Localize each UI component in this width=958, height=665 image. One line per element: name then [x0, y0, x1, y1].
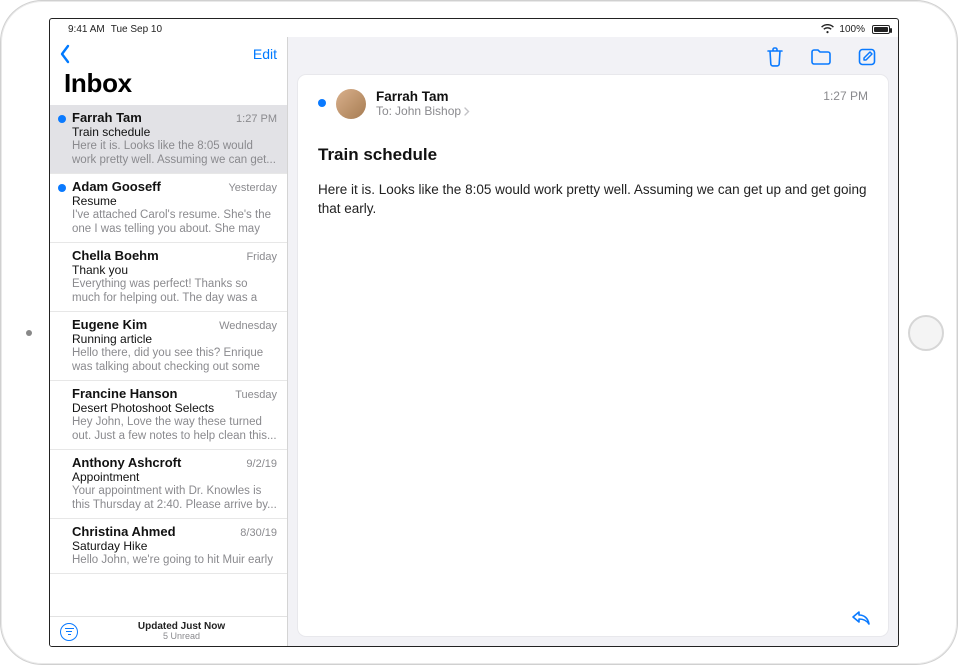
message-time: Yesterday — [228, 182, 277, 194]
message-subject: Saturday Hike — [72, 539, 277, 553]
message-preview: Here it is. Looks like the 8:05 would wo… — [72, 139, 277, 167]
detail-pane: Farrah Tam To: John Bishop 1:27 PM Tra — [288, 37, 898, 646]
status-time: 9:41 AM — [68, 24, 105, 35]
message-preview: Hello there, did you see this? Enrique w… — [72, 346, 277, 374]
message-card: Farrah Tam To: John Bishop 1:27 PM Tra — [298, 75, 888, 636]
message-item[interactable]: Farrah Tam 1:27 PMTrain scheduleHere it i… — [50, 105, 287, 174]
unread-dot-icon — [318, 99, 326, 107]
message-sender: Anthony Ashcroft — [72, 455, 181, 470]
to-label: To: — [376, 104, 392, 118]
message-item[interactable]: Adam Gooseff YesterdayResumeI've attached… — [50, 174, 287, 243]
home-button[interactable] — [908, 315, 944, 351]
sidebar: Edit Inbox Farrah Tam 1:27 PMTrain schedu… — [50, 37, 288, 646]
status-date: Tue Sep 10 — [111, 24, 162, 35]
message-body: Here it is. Looks like the 8:05 would wo… — [318, 181, 868, 219]
status-bar: 9:41 AM Tue Sep 10 100% — [50, 19, 898, 37]
message-item[interactable]: Francine Hanson TuesdayDesert Photoshoot … — [50, 381, 287, 450]
message-time: 1:27 PM — [236, 113, 277, 125]
message-sender: Chella Boehm — [72, 248, 159, 263]
message-time: 1:27 PM — [823, 89, 868, 103]
reply-button[interactable] — [850, 608, 872, 626]
compose-button[interactable] — [856, 46, 878, 68]
to-line[interactable]: To: John Bishop — [376, 104, 813, 118]
message-subject: Train schedule — [72, 125, 277, 139]
message-preview: Hey John, Love the way these turned out.… — [72, 415, 277, 443]
message-time: 9/2/19 — [246, 458, 277, 470]
camera-dot — [26, 330, 32, 336]
footer-unread-count: 5 Unread — [86, 632, 277, 642]
message-item[interactable]: Christina Ahmed 8/30/19Saturday HikeHello… — [50, 519, 287, 574]
message-item[interactable]: Eugene Kim WednesdayRunning articleHello … — [50, 312, 287, 381]
mailbox-title: Inbox — [50, 65, 287, 105]
message-subject: Running article — [72, 332, 277, 346]
message-sender: Christina Ahmed — [72, 524, 176, 539]
message-sender: Eugene Kim — [72, 317, 147, 332]
message-sender: Farrah Tam — [72, 110, 142, 125]
screen: 9:41 AM Tue Sep 10 100% Ed — [49, 18, 899, 647]
message-time: Friday — [246, 251, 277, 263]
from-name[interactable]: Farrah Tam — [376, 89, 813, 104]
edit-button[interactable]: Edit — [253, 46, 277, 62]
message-sender: Adam Gooseff — [72, 179, 161, 194]
message-time: Wednesday — [219, 320, 277, 332]
message-preview: Hello John, we're going to hit Muir earl… — [72, 553, 277, 567]
battery-icon — [870, 25, 890, 34]
message-subject: Desert Photoshoot Selects — [72, 401, 277, 415]
battery-pct: 100% — [839, 24, 865, 35]
sender-avatar[interactable] — [336, 89, 366, 119]
message-item[interactable]: Anthony Ashcroft 9/2/19AppointmentYour ap… — [50, 450, 287, 519]
message-list[interactable]: Farrah Tam 1:27 PMTrain scheduleHere it i… — [50, 105, 287, 616]
ipad-device-frame: 9:41 AM Tue Sep 10 100% Ed — [0, 0, 958, 665]
message-preview: I've attached Carol's resume. She's the … — [72, 208, 277, 236]
mail-app: Edit Inbox Farrah Tam1:27 PMTrain schedu… — [50, 37, 898, 646]
message-preview: Everything was perfect! Thanks so much f… — [72, 277, 277, 305]
move-folder-button[interactable] — [810, 46, 832, 68]
unread-dot-icon — [58, 115, 66, 123]
message-sender: Francine Hanson — [72, 386, 177, 401]
message-subject: Resume — [72, 194, 277, 208]
filter-icon[interactable] — [60, 623, 78, 641]
message-item[interactable]: Chella Boehm FridayThank youEverything wa… — [50, 243, 287, 312]
unread-dot-icon — [58, 184, 66, 192]
wifi-icon — [821, 24, 834, 34]
back-button[interactable] — [56, 44, 72, 64]
trash-button[interactable] — [764, 46, 786, 68]
message-time: 8/30/19 — [240, 527, 277, 539]
chevron-right-icon — [464, 107, 470, 116]
message-time: Tuesday — [235, 389, 277, 401]
toolbar — [288, 37, 898, 73]
message-subject: Train schedule — [318, 145, 868, 165]
to-recipient: John Bishop — [395, 104, 461, 118]
sidebar-footer: Updated Just Now 5 Unread — [50, 616, 287, 646]
message-subject: Appointment — [72, 470, 277, 484]
message-subject: Thank you — [72, 263, 277, 277]
message-preview: Your appointment with Dr. Knowles is thi… — [72, 484, 277, 512]
